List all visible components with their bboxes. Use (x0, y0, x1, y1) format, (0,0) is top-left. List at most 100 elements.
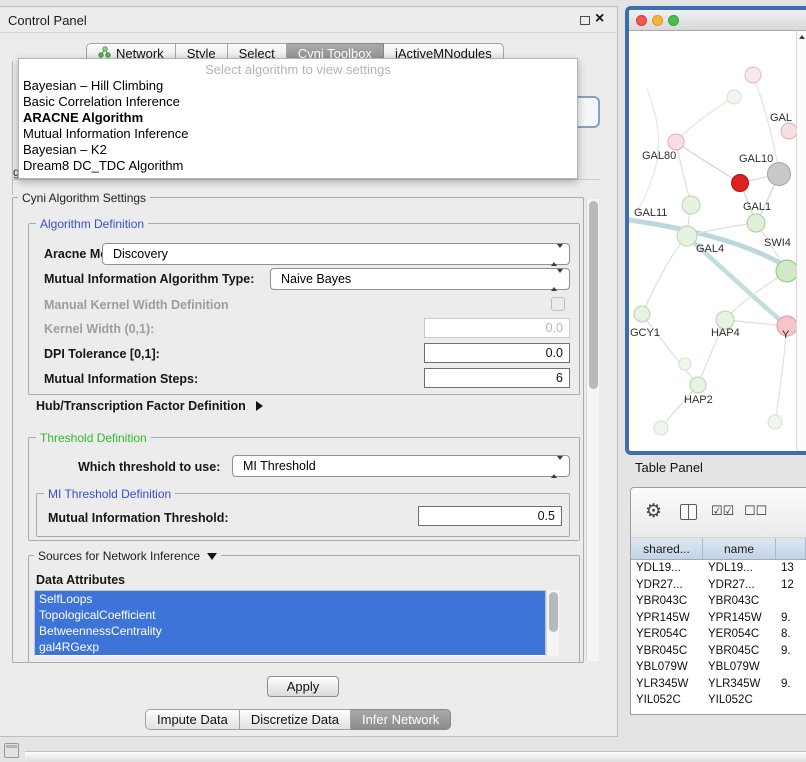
scroll-up-icon[interactable] (799, 35, 805, 39)
network-node-gal80[interactable] (668, 134, 684, 150)
network-node[interactable] (654, 421, 668, 435)
mi-algorithm-type-select[interactable]: Naive Bayes (270, 268, 570, 290)
network-edge[interactable] (661, 385, 698, 428)
network-node-gal1[interactable] (747, 214, 765, 232)
tab-discretize-data[interactable]: Discretize Data (240, 709, 351, 730)
network-edge[interactable] (676, 97, 734, 142)
table-cell: YIL052C (631, 694, 703, 706)
algorithm-option-bayesian-k2[interactable]: Bayesian – K2 (19, 142, 577, 158)
node-label: GAL11 (634, 207, 667, 219)
algorithm-option-basic-correlation-inference[interactable]: Basic Correlation Inference (19, 94, 577, 110)
network-node[interactable] (768, 415, 782, 429)
table-cell: YLR345W (703, 678, 776, 690)
table-cell: YDR27... (631, 579, 703, 591)
column-header-shared[interactable]: shared... (631, 538, 703, 559)
table-cell: YBL079W (631, 661, 703, 673)
algorithm-option-aracne-algorithm[interactable]: ARACNE Algorithm (19, 110, 577, 126)
network-node-gcy1[interactable] (634, 306, 650, 322)
network-edge[interactable] (676, 142, 691, 205)
network-edge[interactable] (642, 314, 698, 385)
manual-kernel-width-label: Manual Kernel Width Definition (44, 298, 229, 312)
data-attributes-list[interactable]: SelfLoopsTopologicalCoefficientBetweenne… (34, 590, 546, 656)
network-node-gal[interactable] (781, 123, 796, 139)
dpi-tolerance-field[interactable] (424, 343, 570, 363)
table-body: YDL19...YDL19...13YDR27...YDR27...12YBR0… (631, 560, 806, 709)
network-node[interactable] (732, 175, 749, 192)
aracne-mode-select[interactable]: Discovery (102, 243, 570, 265)
column-header-name[interactable]: name (703, 538, 776, 559)
manual-kernel-width-checkbox[interactable] (551, 297, 565, 311)
status-bar (25, 751, 806, 762)
cyni-bottom-tabbar: Impute DataDiscretize DataInfer Network (145, 709, 451, 730)
table-mode-icon[interactable] (680, 504, 697, 520)
table-cell: 8. (776, 628, 806, 640)
network-node-gal10[interactable] (768, 163, 791, 186)
network-node-gal11[interactable] (682, 196, 700, 214)
table-row[interactable]: YER054CYER054C8. (631, 626, 806, 643)
maximize-traffic-light[interactable] (668, 15, 679, 26)
column-header-extra[interactable] (776, 538, 806, 559)
network-node-hap2[interactable] (690, 377, 706, 393)
hub-definition-toggle[interactable]: Hub/Transcription Factor Definition (36, 399, 263, 413)
network-node[interactable] (745, 67, 761, 83)
network-canvas[interactable]: GALGAL80GAL10GAL11GAL1GAL4SWI4GCY1HAP4YH… (629, 31, 796, 451)
table-row[interactable]: YIL052CYIL052C (631, 692, 806, 709)
tab-infer-network[interactable]: Infer Network (351, 709, 451, 730)
dpi-tolerance-label: DPI Tolerance [0,1]: (44, 347, 160, 361)
node-label: GAL4 (696, 243, 724, 255)
network-graph[interactable]: GALGAL80GAL10GAL11GAL1GAL4SWI4GCY1HAP4YH… (629, 31, 796, 451)
table-cell: YER054C (631, 628, 703, 640)
data-attribute-item[interactable]: TopologicalCoefficient (35, 607, 545, 623)
table-cell: 9. (776, 645, 806, 657)
desktop: Control Panel × NetworkStyleSelectCyni T… (0, 0, 806, 762)
apply-button[interactable]: Apply (267, 676, 339, 697)
table-row[interactable]: YBL079WYBL079W (631, 659, 806, 676)
mi-threshold-field[interactable] (418, 506, 562, 526)
node-label: Y (782, 329, 790, 341)
network-node[interactable] (727, 90, 741, 104)
table-row[interactable]: YPR145WYPR145W9. (631, 610, 806, 627)
table-cell: 9. (776, 612, 806, 624)
control-panel-titlebar[interactable]: Control Panel × (0, 7, 617, 33)
aracne-mode-value: Discovery (113, 247, 168, 261)
close-window-icon[interactable]: × (595, 10, 604, 28)
table-cell: YPR145W (631, 612, 703, 624)
show-columns-icon[interactable]: ☑☑ (711, 503, 734, 519)
table-cell: YER054C (703, 628, 776, 640)
kernel-width-label: Kernel Width (0,1): (44, 322, 154, 336)
algorithm-option-dream8-dc-tdc-algorithm[interactable]: Dream8 DC_TDC Algorithm (19, 158, 577, 174)
algorithm-option-mutual-information-inference[interactable]: Mutual Information Inference (19, 126, 577, 142)
hide-columns-icon[interactable]: ☐☐ (744, 503, 767, 519)
network-edge[interactable] (676, 142, 740, 183)
kernel-width-field[interactable] (424, 318, 570, 338)
attributes-list-scrollbar[interactable] (546, 590, 559, 656)
algorithm-option-bayesian-hill-climbing[interactable]: Bayesian – Hill Climbing (19, 78, 577, 94)
table-row[interactable]: YBR043CYBR043C (631, 593, 806, 610)
network-node[interactable] (679, 358, 691, 370)
minimized-panel-icon[interactable] (4, 743, 19, 758)
minimize-traffic-light[interactable] (652, 15, 663, 26)
mi-steps-field[interactable] (424, 368, 570, 388)
table-row[interactable]: YLR345WYLR345W9. (631, 676, 806, 693)
which-threshold-select[interactable]: MI Threshold (232, 455, 570, 477)
scrollbar-thumb[interactable] (549, 592, 558, 632)
network-edge[interactable] (642, 236, 687, 314)
close-traffic-light[interactable] (636, 15, 647, 26)
network-node-swi4[interactable] (776, 260, 796, 282)
data-attribute-item[interactable]: BetweennessCentrality (35, 623, 545, 639)
network-scrollbar[interactable] (796, 31, 806, 451)
gear-icon[interactable]: ⚙ (645, 500, 662, 523)
table-row[interactable]: YBR045CYBR045C9. (631, 643, 806, 660)
table-row[interactable]: YDR27...YDR27...12 (631, 577, 806, 594)
float-window-icon[interactable] (580, 16, 590, 25)
threshold-definition-title: Threshold Definition (36, 431, 151, 445)
data-attribute-item[interactable]: SelfLoops (35, 591, 545, 607)
data-attribute-item[interactable]: gal4RGexp (35, 639, 545, 655)
scrollbar-thumb[interactable] (589, 201, 598, 389)
settings-scrollbar[interactable] (586, 199, 599, 661)
network-node-gal4[interactable] (677, 226, 697, 246)
table-row[interactable]: YDL19...YDL19...13 (631, 560, 806, 577)
tab-impute-data[interactable]: Impute Data (145, 709, 240, 730)
network-window-titlebar[interactable] (629, 10, 806, 31)
sources-toggle[interactable]: Sources for Network Inference (34, 549, 221, 563)
